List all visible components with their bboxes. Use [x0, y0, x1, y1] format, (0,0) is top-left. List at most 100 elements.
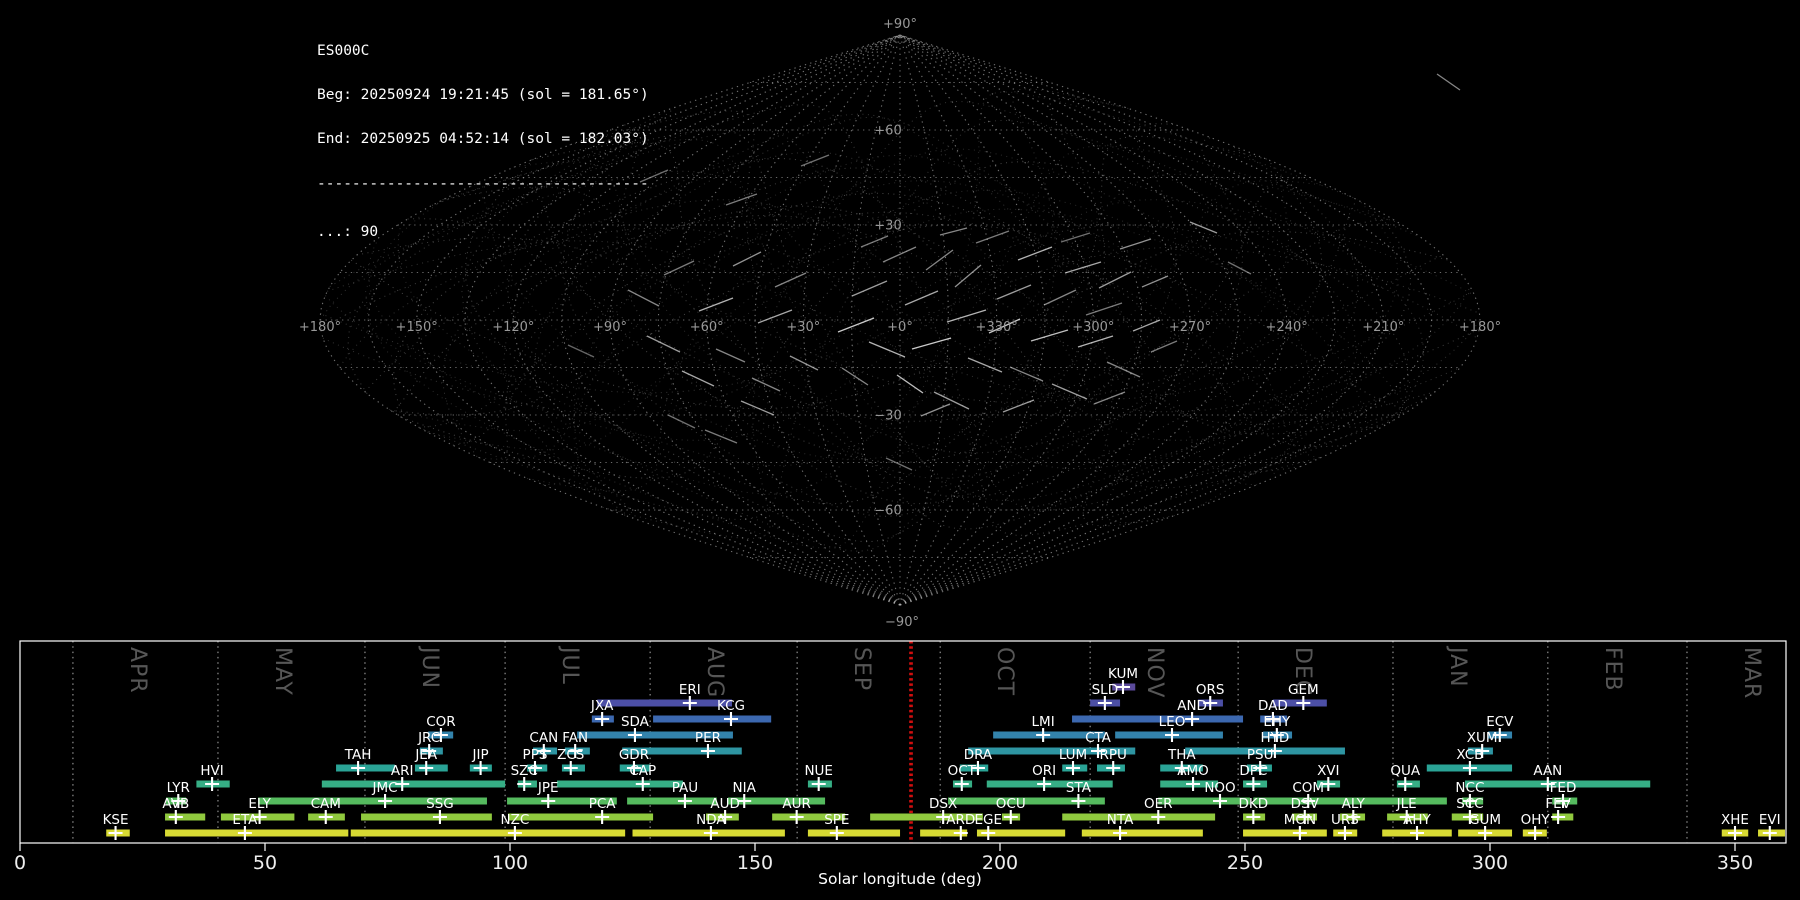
shower-code-label: OER [1144, 796, 1173, 812]
meteor-segment [968, 358, 1002, 372]
longitude-label: +210° [1362, 320, 1404, 335]
meteor-segment [997, 285, 1031, 299]
shower-code-label: NUE [804, 763, 833, 779]
meteor-segment [861, 236, 888, 247]
shower-code-label: AVB [162, 796, 189, 812]
shower-code-label: PER [695, 730, 721, 746]
latitude-label: +30 [874, 219, 901, 234]
month-label: JUN [417, 645, 442, 689]
shower-peak-marker [683, 696, 697, 710]
shower-code-label: SCC [1456, 796, 1483, 812]
shower-peak-marker [1004, 810, 1018, 824]
meteor-segment [1099, 272, 1131, 288]
shower-peak-marker [419, 761, 433, 775]
meteor-segment [752, 378, 780, 391]
latitude-label: +60 [874, 124, 901, 139]
shower-peak-marker [1728, 826, 1742, 840]
axis-tick-label: 350 [1717, 852, 1753, 874]
shower-code-label: SPE [824, 812, 849, 828]
shower-code-label: XCB [1456, 747, 1483, 763]
meteor-segment [726, 194, 757, 205]
shower-peak-marker [955, 777, 969, 791]
meteor-segment [705, 430, 737, 443]
meteor-segment [568, 345, 594, 357]
shower-code-label: EHY [1263, 714, 1291, 730]
axis-tick-label: 250 [1227, 852, 1263, 874]
shower-activity-bar [336, 765, 395, 772]
shower-code-label: EVI [1759, 812, 1781, 828]
shower-peak-marker [351, 761, 365, 775]
axis-tick-label: 100 [492, 852, 528, 874]
shower-activity-bar [1062, 814, 1215, 821]
shower-peak-marker [628, 728, 642, 742]
shower-code-label: GEM [1288, 682, 1319, 698]
shower-activity-bar [1072, 716, 1243, 723]
south-pole-label: −90° [885, 615, 919, 630]
shower-code-label: AHY [1403, 812, 1431, 828]
longitude-label: +30° [786, 320, 820, 335]
shower-peak-marker [636, 777, 650, 791]
shower-peak-marker [541, 794, 555, 808]
meteor-segment [1133, 320, 1160, 331]
shower-code-label: NDA [696, 812, 726, 828]
shower-peak-marker [1098, 696, 1112, 710]
shower-code-label: AAN [1533, 763, 1562, 779]
shower-peak-marker [981, 826, 995, 840]
month-label: FEB [1600, 647, 1625, 692]
shower-code-label: ERI [679, 682, 701, 698]
shower-code-label: LYR [167, 780, 190, 796]
shower-peak-marker [1296, 696, 1310, 710]
meteor-segment [1052, 384, 1087, 399]
shower-code-label: ECV [1486, 714, 1514, 730]
shower-code-label: AUD [710, 796, 740, 812]
meteor-count: ...: 90 [317, 225, 649, 240]
shower-peak-marker [319, 810, 333, 824]
shower-peak-marker [1106, 761, 1120, 775]
shower-activity-bar [351, 830, 625, 837]
shower-activity-bar [165, 830, 348, 837]
meteor-segment [1031, 330, 1068, 341]
shower-peak-marker [169, 810, 183, 824]
shower-peak-marker [378, 794, 392, 808]
shower-code-label: XVI [1317, 763, 1339, 779]
shower-peak-marker [1293, 826, 1307, 840]
shower-peak-marker [1246, 777, 1260, 791]
meteor-segment [790, 356, 818, 370]
shower-code-label: OHY [1521, 812, 1551, 828]
meteor-segment [682, 371, 714, 386]
shower-code-label: DAD [1258, 698, 1288, 714]
shower-code-label: STA [1066, 780, 1092, 796]
meteor-segment [1065, 262, 1101, 273]
shower-code-label: DSV [1291, 796, 1320, 812]
separator-line: -------------------------------------- [317, 177, 649, 192]
shower-code-label: FED [1550, 780, 1577, 796]
shower-peak-marker [954, 826, 968, 840]
shower-peak-marker [701, 744, 715, 758]
shower-code-label: SLD [1092, 682, 1119, 698]
x-axis-label: Solar longitude (deg) [818, 870, 982, 888]
shower-code-label: PAU [672, 780, 698, 796]
shower-code-label: GDR [619, 747, 649, 763]
meteor-segment [741, 401, 774, 415]
meteor-segment [921, 404, 950, 416]
shower-code-label: DSX [929, 796, 957, 812]
shower-code-label: COM [1292, 780, 1324, 796]
meteor-segment [883, 247, 916, 262]
longitude-label: +270° [1169, 320, 1211, 335]
shower-code-label: ALY [1342, 796, 1366, 812]
month-label: MAR [1739, 647, 1764, 699]
meteor-segment [934, 392, 969, 409]
shower-peak-marker [508, 826, 522, 840]
meteor-segment [1018, 247, 1052, 260]
shower-code-label: DPC [1239, 763, 1267, 779]
meteor-segment [1151, 341, 1177, 352]
shower-peak-marker [790, 810, 804, 824]
shower-peak-marker [1246, 810, 1260, 824]
shower-activity-bar [557, 781, 683, 788]
meteor-segment [1094, 392, 1125, 404]
meteor-segment [1010, 367, 1043, 381]
longitude-label: +60° [690, 320, 724, 335]
shower-peak-marker [1463, 761, 1477, 775]
shower-peak-marker [724, 712, 738, 726]
meteor-segment [1120, 239, 1151, 249]
